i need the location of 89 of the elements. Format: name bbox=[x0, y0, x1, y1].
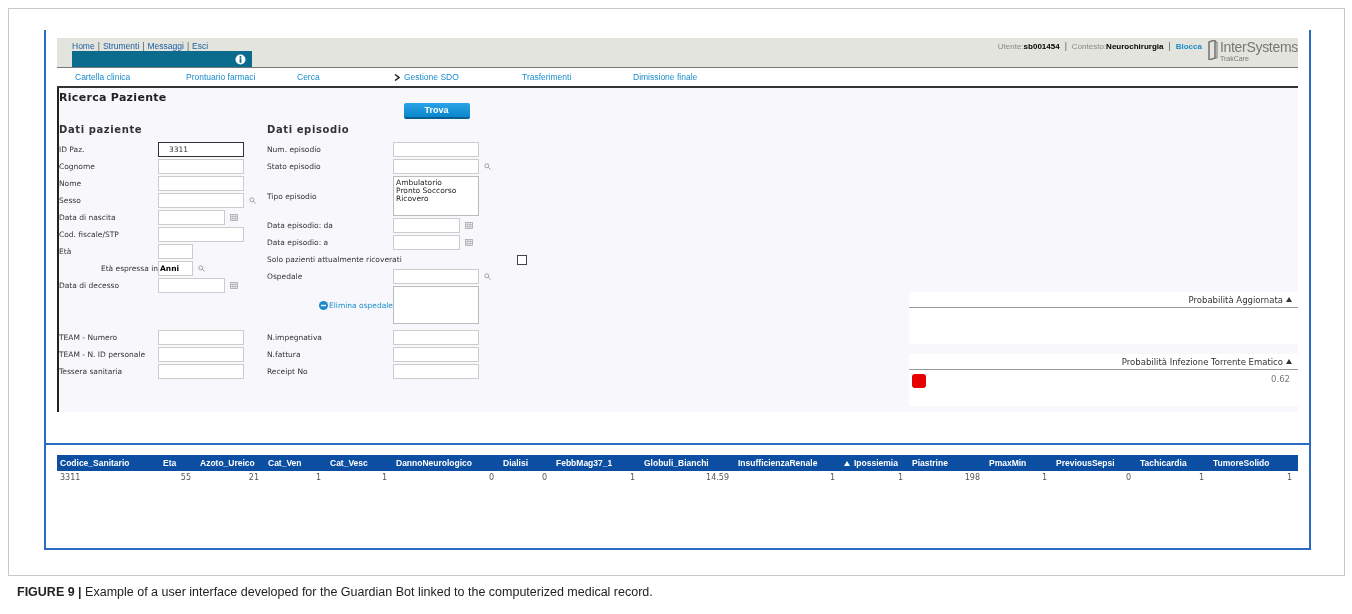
column-header[interactable]: Azoto_Ureico bbox=[197, 455, 265, 471]
table-cell: 3311 bbox=[57, 471, 160, 482]
text-field[interactable] bbox=[158, 159, 244, 174]
lookup-field[interactable] bbox=[393, 269, 479, 284]
column-header[interactable]: DannoNeurologico bbox=[393, 455, 500, 471]
table-cell: 1 bbox=[327, 471, 393, 482]
info-icon[interactable] bbox=[235, 53, 246, 65]
text-field[interactable] bbox=[393, 347, 479, 362]
nav-tab[interactable]: Cartella clinica bbox=[75, 72, 186, 82]
separator: | bbox=[1064, 41, 1067, 51]
column-header[interactable]: PmaxMin bbox=[986, 455, 1053, 471]
text-field[interactable] bbox=[158, 364, 244, 379]
separator: | bbox=[97, 41, 100, 51]
column-header[interactable]: Codice_Sanitario bbox=[57, 455, 160, 471]
search-icon[interactable] bbox=[249, 197, 256, 204]
header-link[interactable]: Home bbox=[72, 41, 95, 51]
table-cell: 0 bbox=[393, 471, 500, 482]
search-icon[interactable] bbox=[484, 163, 491, 170]
table-cell: 14.59 bbox=[641, 471, 735, 482]
panel-title: Probabilità Infezione Torrente Ematico bbox=[1121, 356, 1283, 367]
text-field[interactable] bbox=[393, 330, 479, 345]
date-field[interactable] bbox=[158, 210, 225, 225]
info-label: Contesto: bbox=[1071, 41, 1107, 51]
table-cell: 1 bbox=[265, 471, 327, 482]
calendar-icon[interactable] bbox=[230, 214, 238, 221]
nav-tab[interactable]: Trasferimenti bbox=[522, 72, 633, 82]
logo-name: InterSystems bbox=[1219, 40, 1298, 55]
table-cell: 1 bbox=[841, 471, 909, 482]
text-field[interactable] bbox=[158, 227, 244, 242]
page-title: Ricerca Paziente bbox=[59, 91, 167, 106]
text-field[interactable] bbox=[393, 142, 479, 157]
lookup-field[interactable] bbox=[158, 193, 244, 208]
panel-header[interactable]: Probabilità Aggiornata bbox=[909, 292, 1298, 308]
table-cell: 55 bbox=[160, 471, 197, 482]
header-link[interactable]: Esci bbox=[192, 41, 209, 51]
separator: | bbox=[1168, 41, 1171, 51]
panel-header[interactable]: Probabilità Infezione Torrente Ematico bbox=[909, 354, 1298, 370]
table-cell: 0 bbox=[500, 471, 553, 482]
search-icon[interactable] bbox=[484, 273, 491, 280]
separator: | bbox=[142, 41, 145, 51]
column-header[interactable]: TumoreSolido bbox=[1210, 455, 1298, 471]
nav-tab[interactable]: Prontuario farmaci bbox=[186, 72, 297, 82]
column-header[interactable]: Cat_Vesc bbox=[327, 455, 393, 471]
table-cell: 0 bbox=[1053, 471, 1137, 482]
table-cell: 198 bbox=[909, 471, 986, 482]
column-header[interactable]: Piastrine bbox=[909, 455, 986, 471]
probability-value: 0.62 bbox=[1271, 374, 1290, 384]
date-field[interactable] bbox=[393, 218, 460, 233]
column-header[interactable]: Ipossiemia bbox=[841, 455, 909, 471]
text-field[interactable] bbox=[393, 364, 479, 379]
separator: | bbox=[186, 41, 190, 51]
text-field[interactable] bbox=[158, 330, 244, 345]
search-icon[interactable] bbox=[198, 265, 205, 272]
lookup-field[interactable] bbox=[393, 159, 479, 174]
minus-circle-icon bbox=[319, 300, 329, 310]
list-box[interactable] bbox=[393, 286, 479, 324]
column-header[interactable]: Globuli_Bianchi bbox=[641, 455, 735, 471]
column-header[interactable]: Tachicardia bbox=[1137, 455, 1210, 471]
date-field[interactable] bbox=[158, 278, 225, 293]
table-cell: 21 bbox=[197, 471, 265, 482]
column-header[interactable]: Dialisi bbox=[500, 455, 553, 471]
table-cell: 1 bbox=[986, 471, 1053, 482]
column-header[interactable]: Cat_Ven bbox=[265, 455, 327, 471]
table-cell: 1 bbox=[1137, 471, 1210, 482]
calendar-icon[interactable] bbox=[465, 239, 473, 246]
info-label: Utente: bbox=[997, 41, 1024, 51]
checkbox[interactable] bbox=[517, 254, 527, 265]
panel-title: Probabilità Aggiornata bbox=[1188, 294, 1283, 305]
nav-tab[interactable]: Gestione SDO bbox=[394, 72, 522, 82]
calendar-icon[interactable] bbox=[230, 282, 238, 289]
section-heading: Dati episodio bbox=[267, 123, 351, 137]
info-value: Neurochirurgia bbox=[1106, 41, 1164, 51]
header-link[interactable]: Strumenti bbox=[102, 41, 140, 51]
column-header[interactable]: InsufficienzaRenale bbox=[735, 455, 841, 471]
column-header[interactable]: PreviousSepsi bbox=[1053, 455, 1137, 471]
calendar-icon[interactable] bbox=[465, 222, 473, 229]
figure-caption: FIGURE 9 | Example of a user interface developed for the Guardian Bot linked to the computerized medical record. bbox=[16, 584, 654, 599]
text-field[interactable] bbox=[158, 176, 244, 191]
table-cell: 1 bbox=[735, 471, 841, 482]
header-link[interactable]: Messaggi bbox=[147, 41, 184, 51]
nav-tab[interactable]: Dimissione finale bbox=[633, 72, 733, 82]
column-header[interactable]: Eta bbox=[160, 455, 197, 471]
text-field[interactable] bbox=[158, 347, 244, 362]
text-field[interactable] bbox=[158, 244, 193, 259]
table-cell: 1 bbox=[1210, 471, 1298, 482]
column-header[interactable]: FebbMag37_1 bbox=[553, 455, 641, 471]
table-cell: 1 bbox=[553, 471, 641, 482]
date-field[interactable] bbox=[393, 235, 460, 250]
section-heading: Dati paziente bbox=[59, 123, 144, 137]
